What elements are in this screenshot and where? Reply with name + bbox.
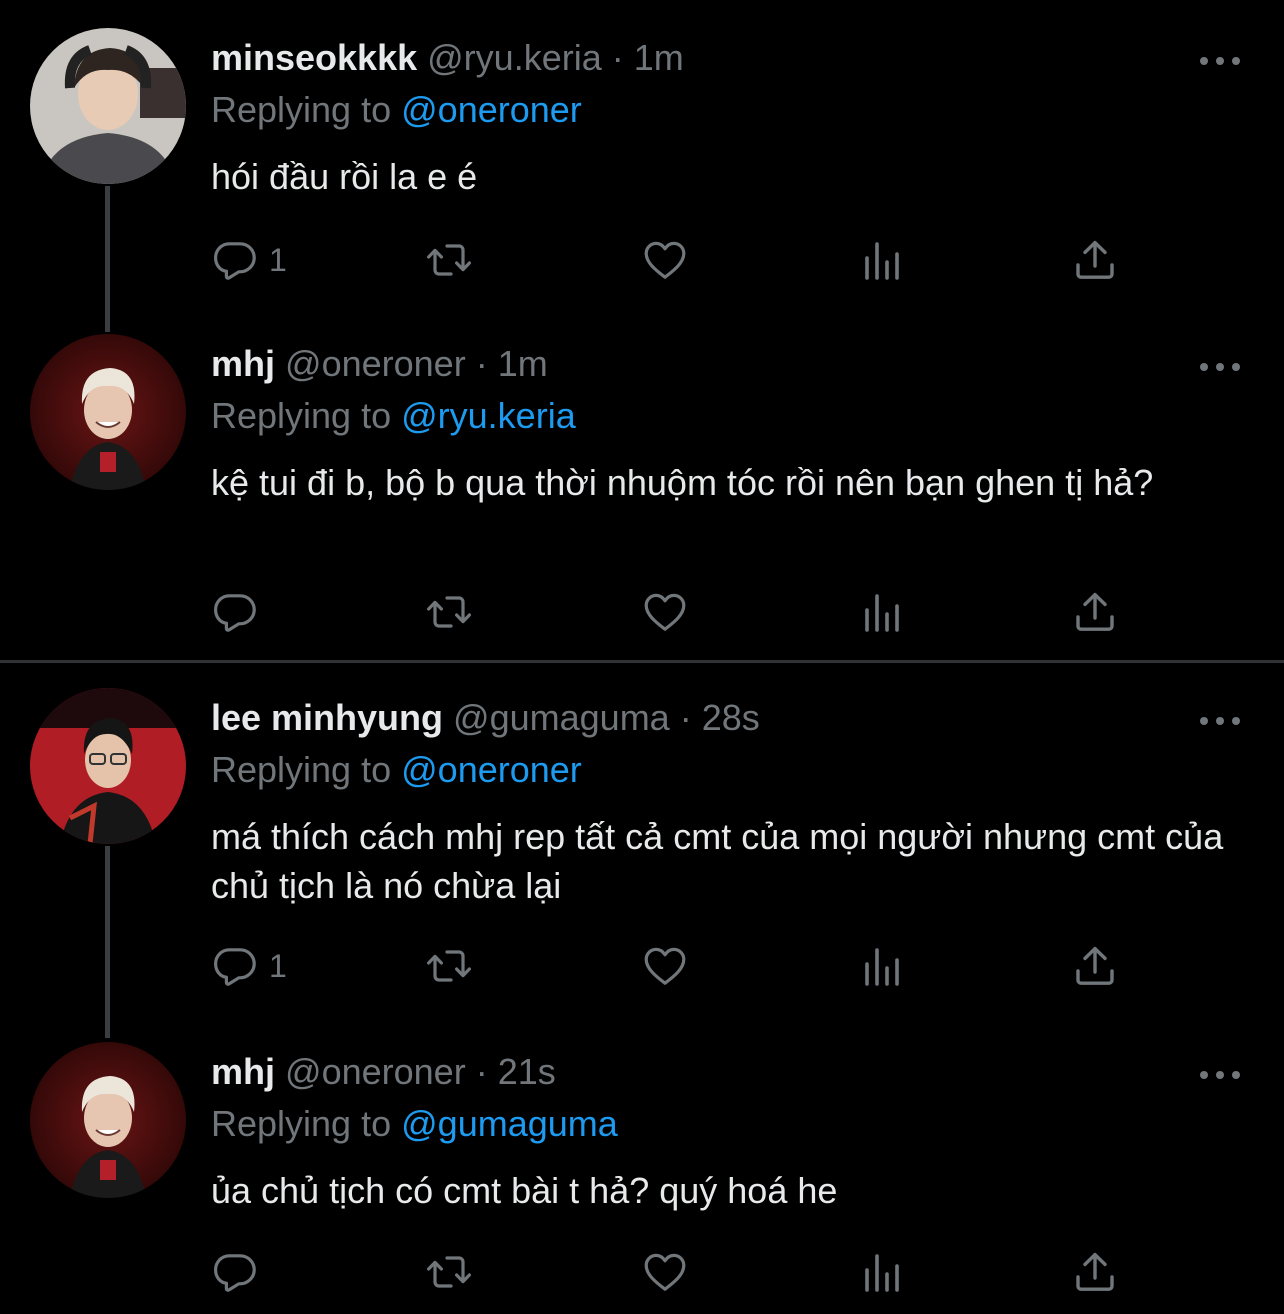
heart-icon [641,1248,689,1296]
avatar[interactable] [30,688,186,844]
more-dots-icon[interactable] [1196,352,1244,382]
mention-link[interactable]: @gumaguma [401,1103,618,1144]
more-dots-icon[interactable] [1196,706,1244,736]
separator-dot: · [475,343,488,384]
reply-icon [211,588,259,636]
more-dots-icon[interactable] [1196,1060,1244,1090]
timestamp[interactable]: 1m [634,37,684,78]
like-button[interactable] [641,584,689,640]
replying-to-label: Replying to [211,1103,392,1144]
user-handle[interactable]: @gumaguma [453,697,670,738]
user-handle[interactable]: @oneroner [285,343,466,384]
reply-button[interactable] [211,584,269,640]
replying-to: Replying to @oneroner [211,88,582,132]
share-icon [1071,236,1119,284]
reply-count: 1 [269,241,287,278]
user-handle[interactable]: @ryu.keria [427,37,602,78]
retweet-button[interactable] [425,1244,473,1300]
timestamp[interactable]: 21s [498,1051,556,1092]
display-name[interactable]: mhj [211,343,275,384]
tweet-actions: 1 [211,938,1131,994]
reply-button[interactable] [211,1244,269,1300]
share-button[interactable] [1071,938,1119,994]
thread-connector-line [105,846,110,1038]
reply-icon [211,1248,259,1296]
replying-to-label: Replying to [211,89,392,130]
retweet-icon [425,942,473,990]
mention-link[interactable]: @oneroner [401,749,582,790]
mention-link[interactable]: @oneroner [401,89,582,130]
tweet-text: má thích cách mhj rep tất cả cmt của mọi… [211,816,1224,906]
avatar[interactable] [30,334,186,490]
user-handle[interactable]: @oneroner [285,1051,466,1092]
replying-to-label: Replying to [211,395,392,436]
tweet-header: mhj @oneroner · 1m [211,342,1184,386]
share-icon [1071,942,1119,990]
tweet-header: lee minhyung @gumaguma · 28s [211,696,1184,740]
separator-dot: · [679,697,692,738]
like-button[interactable] [641,1244,689,1300]
retweet-icon [425,1248,473,1296]
heart-icon [641,942,689,990]
share-button[interactable] [1071,232,1119,288]
reply-button[interactable]: 1 [211,232,287,288]
display-name[interactable]: lee minhyung [211,697,443,738]
avatar[interactable] [30,1042,186,1198]
reply-thread-feed: minseokkkk @ryu.keria · 1m Replying to @… [0,0,1284,1314]
retweet-button[interactable] [425,938,473,994]
tweet-actions: 1 [211,232,1131,288]
analytics-icon [857,588,905,636]
analytics-icon [857,1248,905,1296]
tweet-header: mhj @oneroner · 21s [211,1050,1184,1094]
tweet-text: ủa chủ tịch có cmt bài t hả? quý hoá he [211,1170,838,1211]
thread-divider [0,660,1284,663]
replying-to: Replying to @gumaguma [211,1102,618,1146]
tweet-text: hói đầu rồi la e é [211,156,478,197]
share-button[interactable] [1071,1244,1119,1300]
heart-icon [641,588,689,636]
heart-icon [641,236,689,284]
display-name[interactable]: mhj [211,1051,275,1092]
more-dots-icon[interactable] [1196,46,1244,76]
replying-to: Replying to @ryu.keria [211,394,576,438]
tweet-text: kệ tui đi b, bộ b qua thời nhuộm tóc rồi… [211,462,1154,503]
share-button[interactable] [1071,584,1119,640]
timestamp[interactable]: 28s [702,697,760,738]
share-icon [1071,1248,1119,1296]
tweet-actions [211,584,1131,640]
analytics-icon [857,942,905,990]
retweet-icon [425,236,473,284]
replying-to-label: Replying to [211,749,392,790]
replying-to: Replying to @oneroner [211,748,582,792]
views-button[interactable] [857,1244,905,1300]
views-button[interactable] [857,938,905,994]
views-button[interactable] [857,232,905,288]
reply-count: 1 [269,947,287,984]
avatar[interactable] [30,28,186,184]
retweet-button[interactable] [425,232,473,288]
share-icon [1071,588,1119,636]
analytics-icon [857,236,905,284]
separator-dot: · [611,37,624,78]
views-button[interactable] [857,584,905,640]
retweet-button[interactable] [425,584,473,640]
thread-connector-line [105,186,110,332]
reply-icon [211,236,259,284]
separator-dot: · [475,1051,488,1092]
mention-link[interactable]: @ryu.keria [401,395,576,436]
reply-button[interactable]: 1 [211,938,287,994]
tweet-actions [211,1244,1131,1300]
timestamp[interactable]: 1m [498,343,548,384]
retweet-icon [425,588,473,636]
like-button[interactable] [641,938,689,994]
like-button[interactable] [641,232,689,288]
display-name[interactable]: minseokkkk [211,37,417,78]
tweet-header: minseokkkk @ryu.keria · 1m [211,36,1184,80]
reply-icon [211,942,259,990]
